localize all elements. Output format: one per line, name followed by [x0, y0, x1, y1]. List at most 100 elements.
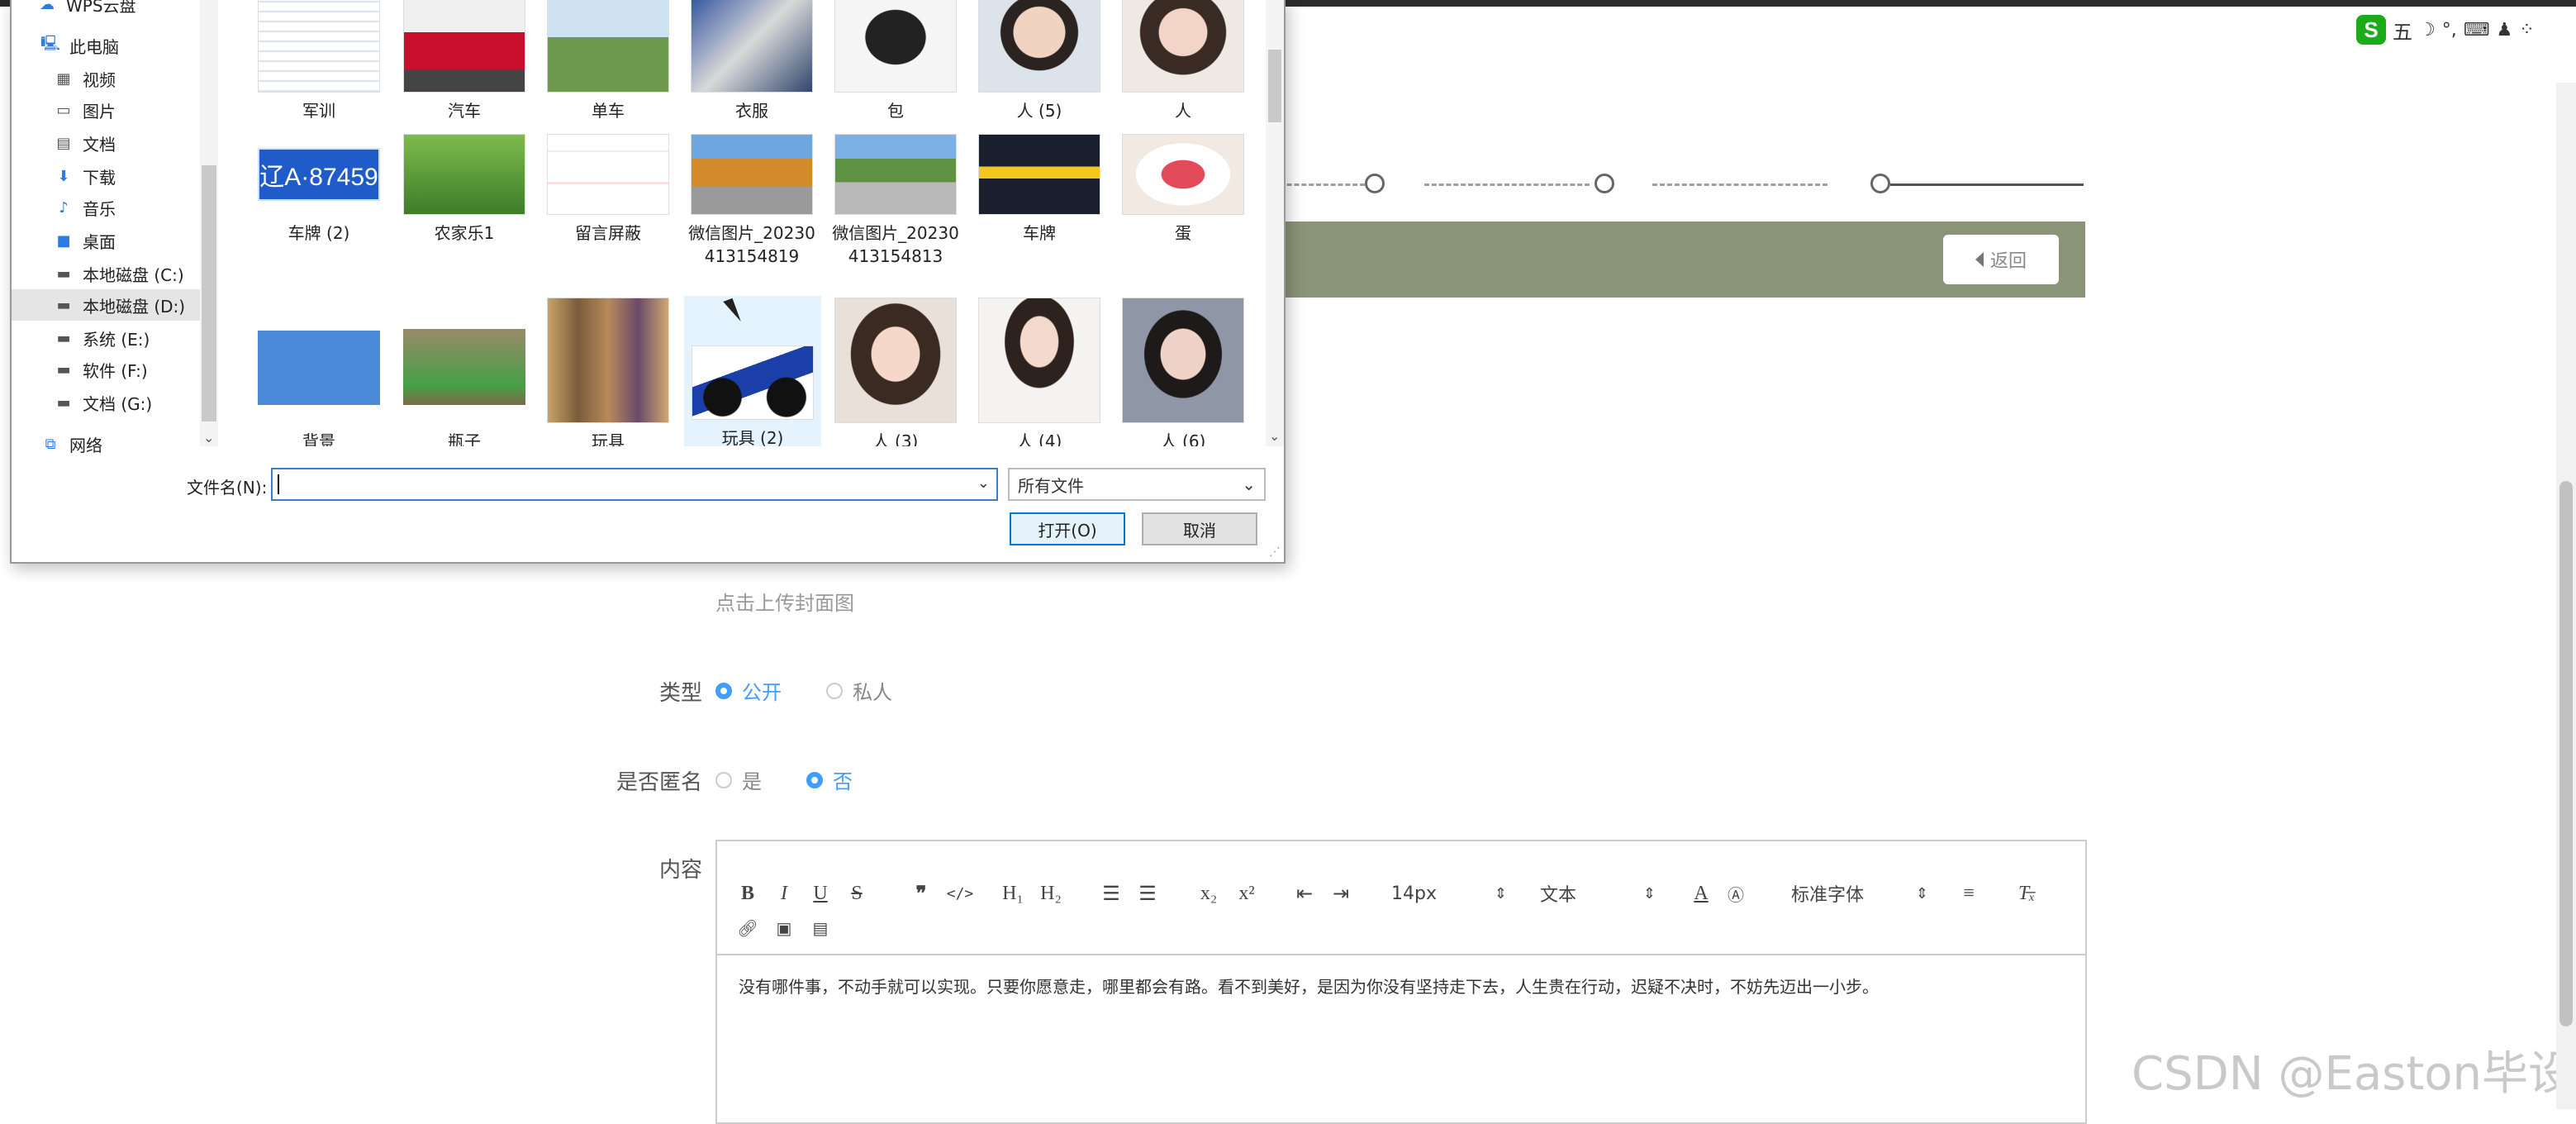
- nav-label: 下载: [83, 167, 116, 188]
- file-item[interactable]: 人 (4): [973, 298, 1105, 446]
- background-color-icon[interactable]: Ⓐ: [1723, 881, 1748, 906]
- anonymous-label: 是否匿名: [615, 770, 702, 795]
- files-scroll-down-icon[interactable]: ⌄: [1269, 428, 1280, 444]
- anonymous-yes-radio[interactable]: 是: [715, 765, 762, 794]
- cloud-icon: ☁: [40, 0, 55, 13]
- anonymous-no-radio[interactable]: 否: [806, 765, 853, 794]
- heading1-icon[interactable]: H₁: [998, 881, 1028, 906]
- file-item[interactable]: 军训: [253, 0, 385, 122]
- nav-item-drive-d[interactable]: ▬ 本地磁盘 (D:): [12, 289, 200, 321]
- back-button[interactable]: 返回: [1943, 235, 2059, 284]
- file-name: 车牌 (2): [288, 223, 350, 243]
- clear-format-icon[interactable]: T̶ₓ: [2014, 881, 2039, 906]
- file-thumbnail: [403, 134, 525, 215]
- file-name: 微信图片_20230413154819: [688, 223, 815, 266]
- file-item[interactable]: 蛋: [1117, 134, 1249, 245]
- indent-icon[interactable]: ⇥: [1328, 881, 1353, 906]
- file-item[interactable]: 瓶子: [398, 298, 530, 446]
- font-size-select[interactable]: 14px ⇕: [1391, 881, 1507, 906]
- step-connector: [1272, 183, 1365, 186]
- file-item[interactable]: 背景: [253, 298, 385, 446]
- video-folder-icon: ▦: [56, 69, 71, 88]
- rich-text-editor[interactable]: B I U S ❞ </> H₁ H₂ ☰ ☰ x₂ x² ⇤ ⇥ 14px ⇕ …: [715, 840, 2087, 1124]
- type-private-radio[interactable]: 私人: [826, 676, 892, 705]
- nav-item-wps-cloud[interactable]: ☁ WPS云盘: [38, 0, 226, 20]
- file-name: 留言屏蔽: [575, 223, 641, 243]
- step-connector: [1890, 183, 2084, 186]
- file-item[interactable]: 辽A·87459 车牌 (2): [253, 134, 385, 245]
- file-item[interactable]: 人 (6): [1117, 298, 1249, 446]
- file-name: 玩具 (2): [721, 428, 784, 446]
- font-color-icon[interactable]: A: [1689, 881, 1713, 906]
- file-item[interactable]: 单车: [542, 0, 674, 122]
- file-item[interactable]: 微信图片_20230413154813: [829, 134, 962, 268]
- cover-upload-hint[interactable]: 点击上传封面图: [715, 587, 854, 616]
- blockquote-icon[interactable]: ❞: [909, 881, 934, 906]
- font-family-select[interactable]: 标准字体 ⇕: [1791, 881, 1928, 907]
- file-item[interactable]: 衣服: [686, 0, 818, 122]
- italic-icon[interactable]: I: [772, 881, 796, 906]
- cancel-button[interactable]: 取消: [1142, 512, 1257, 545]
- file-thumbnail: [978, 298, 1100, 423]
- file-item[interactable]: 人 (5): [973, 0, 1105, 122]
- page-scrollbar-thumb[interactable]: [2559, 481, 2573, 1026]
- step-connector: [1652, 183, 1827, 186]
- ime-toolbar[interactable]: S 五 ☽ °, ⌨ ♟ ⁘: [2356, 15, 2535, 45]
- drive-icon: ▬: [56, 393, 71, 412]
- file-item-selected[interactable]: 玩具 (2): [684, 296, 821, 446]
- subscript-icon[interactable]: x₂: [1195, 881, 1223, 906]
- radio-unchecked-icon: [826, 682, 843, 699]
- editor-content[interactable]: 没有哪件事，不动手就可以实现。只要你愿意走，哪里都会有路。看不到美好，是因为你没…: [739, 974, 1879, 998]
- link-icon[interactable]: 🔗︎: [735, 916, 760, 941]
- type-label: 类型: [658, 681, 702, 706]
- file-item[interactable]: 人: [1117, 0, 1249, 122]
- grid-icon[interactable]: ⁘: [2519, 20, 2534, 40]
- punctuation-icon[interactable]: °,: [2442, 20, 2457, 40]
- underline-icon[interactable]: U: [808, 881, 833, 906]
- align-icon[interactable]: ≡: [1956, 881, 1981, 906]
- file-item[interactable]: 微信图片_20230413154819: [686, 134, 818, 268]
- drive-icon: ▬: [56, 264, 71, 283]
- file-item[interactable]: 包: [829, 0, 962, 122]
- file-item[interactable]: 农家乐1: [398, 134, 530, 245]
- file-item[interactable]: 留言屏蔽: [542, 134, 674, 245]
- select-arrows-icon: ⇕: [1915, 884, 1928, 903]
- file-thumbnail: [691, 0, 813, 93]
- csdn-watermark: CSDN @Easton毕设: [2132, 1047, 2575, 1101]
- user-icon[interactable]: ♟: [2497, 20, 2513, 40]
- code-icon[interactable]: </>: [945, 881, 975, 906]
- type-public-radio[interactable]: 公开: [715, 676, 782, 705]
- superscript-icon[interactable]: x²: [1233, 881, 1261, 906]
- file-item[interactable]: 人 (3): [829, 298, 962, 446]
- keyboard-icon[interactable]: ⌨: [2464, 20, 2490, 40]
- file-name: 蛋: [1175, 223, 1191, 243]
- strike-icon[interactable]: S: [844, 881, 869, 906]
- filetype-select[interactable]: 所有文件 ⌄: [1008, 468, 1266, 501]
- file-item[interactable]: 汽车: [398, 0, 530, 122]
- ordered-list-icon[interactable]: ☰: [1099, 881, 1124, 906]
- file-item[interactable]: 车牌: [973, 134, 1105, 245]
- chevron-down-icon[interactable]: ⌄: [977, 474, 990, 492]
- bullet-list-icon[interactable]: ☰: [1135, 881, 1160, 906]
- bold-icon[interactable]: B: [735, 881, 760, 906]
- font-family-value: 标准字体: [1791, 885, 1865, 906]
- paragraph-select[interactable]: 文本 ⇕: [1540, 881, 1656, 907]
- desktop-icon: ■: [56, 231, 71, 250]
- heading2-icon[interactable]: H₂: [1036, 881, 1066, 906]
- nav-label: 此电脑: [69, 36, 119, 57]
- image-icon[interactable]: ▣: [772, 916, 796, 941]
- resize-grip-icon[interactable]: ⋰: [1269, 545, 1281, 559]
- open-button[interactable]: 打开(O): [1010, 512, 1125, 545]
- files-scrollbar-thumb[interactable]: [1268, 50, 1281, 122]
- video-icon[interactable]: ▤: [808, 916, 833, 941]
- file-item[interactable]: 玩具: [542, 298, 674, 446]
- file-thumbnail: [403, 0, 525, 93]
- file-thumbnail: 辽A·87459: [258, 134, 380, 215]
- moon-icon[interactable]: ☽: [2419, 20, 2436, 40]
- sogou-logo-icon[interactable]: S: [2356, 15, 2386, 45]
- nav-scrollbar-thumb[interactable]: [202, 165, 216, 422]
- outdent-icon[interactable]: ⇤: [1292, 881, 1317, 906]
- filename-input[interactable]: ⌄: [271, 468, 998, 501]
- ime-mode-label[interactable]: 五: [2393, 16, 2412, 45]
- nav-scroll-down-icon[interactable]: ⌄: [203, 430, 214, 445]
